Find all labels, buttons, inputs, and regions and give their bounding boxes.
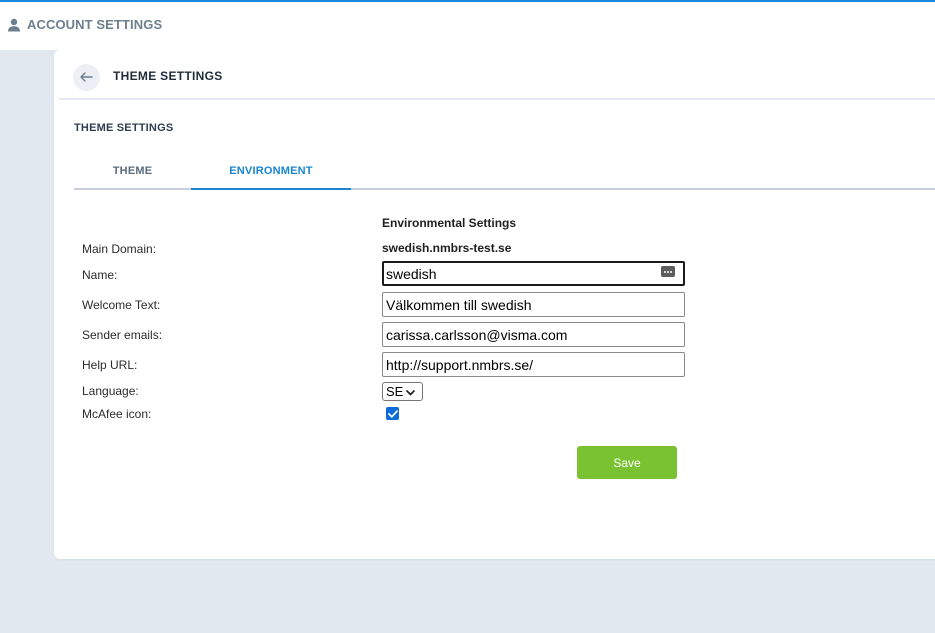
arrow-left-icon — [80, 69, 93, 87]
autofill-icon[interactable] — [661, 266, 675, 277]
help-url-input[interactable] — [382, 352, 685, 377]
language-value: SE — [386, 384, 404, 399]
main-domain-value: swedish.nmbrs-test.se — [382, 241, 512, 255]
welcome-text-label: Welcome Text: — [82, 298, 161, 312]
account-settings-title[interactable]: ACCOUNT SETTINGS — [7, 17, 162, 32]
account-settings-label: ACCOUNT SETTINGS — [27, 17, 163, 32]
page-title: THEME SETTINGS — [113, 69, 223, 83]
name-label: Name: — [82, 268, 118, 282]
help-url-label: Help URL: — [82, 358, 138, 372]
environment-heading: Environmental Settings — [382, 216, 517, 230]
top-bar: ACCOUNT SETTINGS — [0, 0, 935, 50]
tab-theme[interactable]: THEME — [74, 154, 191, 188]
tab-environment[interactable]: ENVIRONMENT — [191, 154, 351, 190]
chevron-down-icon — [406, 384, 416, 399]
card-header: THEME SETTINGS — [59, 50, 935, 100]
checkmark-icon — [387, 405, 398, 423]
section-title: THEME SETTINGS — [74, 122, 174, 134]
main-domain-label: Main Domain: — [82, 242, 157, 256]
name-input[interactable] — [382, 261, 685, 286]
mcafee-icon-checkbox[interactable] — [386, 407, 399, 420]
sender-emails-label: Sender emails: — [82, 328, 163, 342]
save-button[interactable]: Save — [577, 446, 677, 479]
language-select[interactable]: SE — [382, 382, 423, 401]
sender-emails-input[interactable] — [382, 322, 685, 347]
language-label: Language: — [82, 384, 139, 398]
mcafee-icon-label: McAfee icon: — [82, 407, 152, 421]
settings-card: THEME SETTINGS THEME SETTINGS THEME ENVI… — [54, 50, 935, 559]
tab-bar: THEME ENVIRONMENT — [74, 154, 935, 190]
welcome-text-input[interactable] — [382, 292, 685, 317]
user-icon — [7, 18, 21, 32]
back-button[interactable] — [73, 64, 100, 91]
